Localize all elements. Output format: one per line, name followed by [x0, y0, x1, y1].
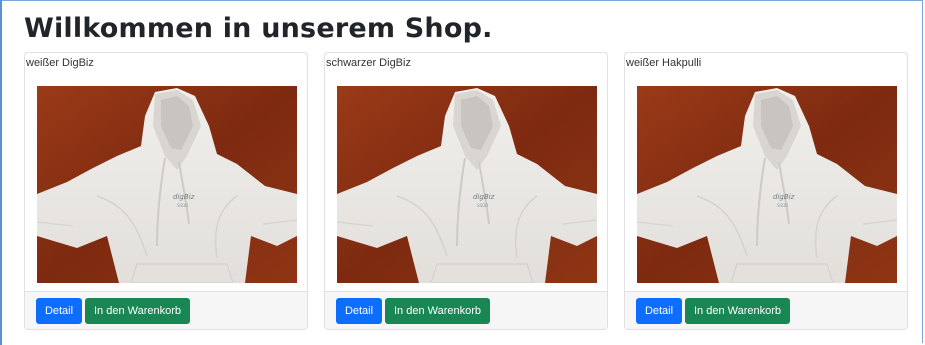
add-to-cart-button[interactable]: In den Warenkorb	[685, 298, 790, 324]
product-name: weißer Hakpulli	[626, 57, 702, 69]
product-image	[337, 86, 597, 283]
card-footer: Detail In den Warenkorb	[25, 291, 307, 329]
product-name: weißer DigBiz	[26, 57, 94, 69]
product-image	[637, 86, 897, 283]
product-card: weißer DigBiz Detail In den Warenkorb	[24, 52, 308, 330]
add-to-cart-button[interactable]: In den Warenkorb	[85, 298, 190, 324]
product-name: schwarzer DigBiz	[326, 57, 411, 69]
card-footer: Detail In den Warenkorb	[325, 291, 607, 329]
card-footer: Detail In den Warenkorb	[625, 291, 907, 329]
product-card: weißer Hakpulli Detail In den Warenkorb	[624, 52, 908, 330]
detail-button[interactable]: Detail	[636, 298, 682, 324]
page-title: Willkommen in unserem Shop.	[24, 13, 493, 44]
frame-edge	[0, 0, 2, 345]
product-card: schwarzer DigBiz Detail In den Warenkorb	[324, 52, 608, 330]
add-to-cart-button[interactable]: In den Warenkorb	[385, 298, 490, 324]
detail-button[interactable]: Detail	[36, 298, 82, 324]
product-grid: weißer DigBiz Detail In den Warenkorb sc…	[24, 52, 910, 331]
product-image	[37, 86, 297, 283]
detail-button[interactable]: Detail	[336, 298, 382, 324]
